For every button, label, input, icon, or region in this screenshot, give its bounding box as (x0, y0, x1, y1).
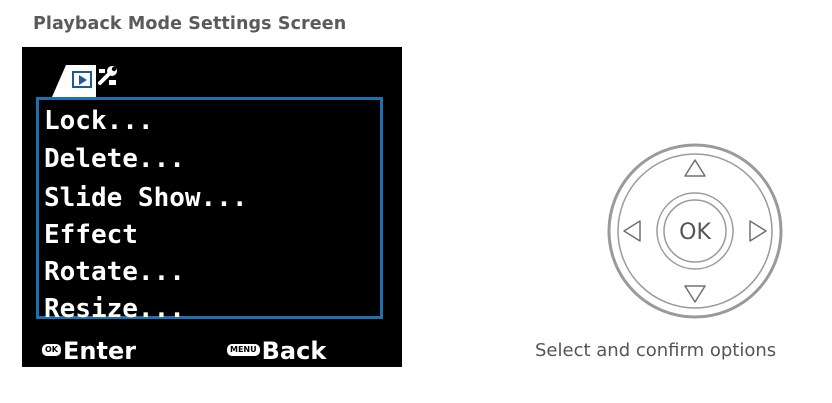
back-hint: MENU Back (227, 337, 327, 365)
enter-label: Enter (63, 337, 137, 365)
controller-caption: Select and confirm options (535, 340, 777, 361)
playback-icon (72, 71, 92, 88)
page-title: Playback Mode Settings Screen (33, 14, 347, 34)
menu-item-rotate[interactable]: Rotate... (44, 254, 185, 290)
menu-item-resize[interactable]: Resize... (44, 291, 185, 327)
tab-playback[interactable] (52, 65, 96, 97)
menu-item-delete[interactable]: Delete... (44, 141, 185, 177)
back-label: Back (261, 337, 327, 365)
menu-key-badge: MENU (227, 344, 260, 356)
ok-button-label[interactable]: OK (679, 220, 711, 245)
camera-screen: Lock... Delete... Slide Show... Effect R… (22, 47, 402, 367)
ok-key-badge: OK (42, 344, 61, 356)
navigation-dpad: OK (607, 143, 783, 319)
menu-item-slide-show[interactable]: Slide Show... (44, 180, 248, 216)
menu-item-lock[interactable]: Lock... (44, 103, 154, 139)
enter-hint: OK Enter (42, 337, 137, 365)
menu-item-effect[interactable]: Effect (44, 217, 138, 253)
wrench-icon[interactable] (97, 65, 119, 87)
